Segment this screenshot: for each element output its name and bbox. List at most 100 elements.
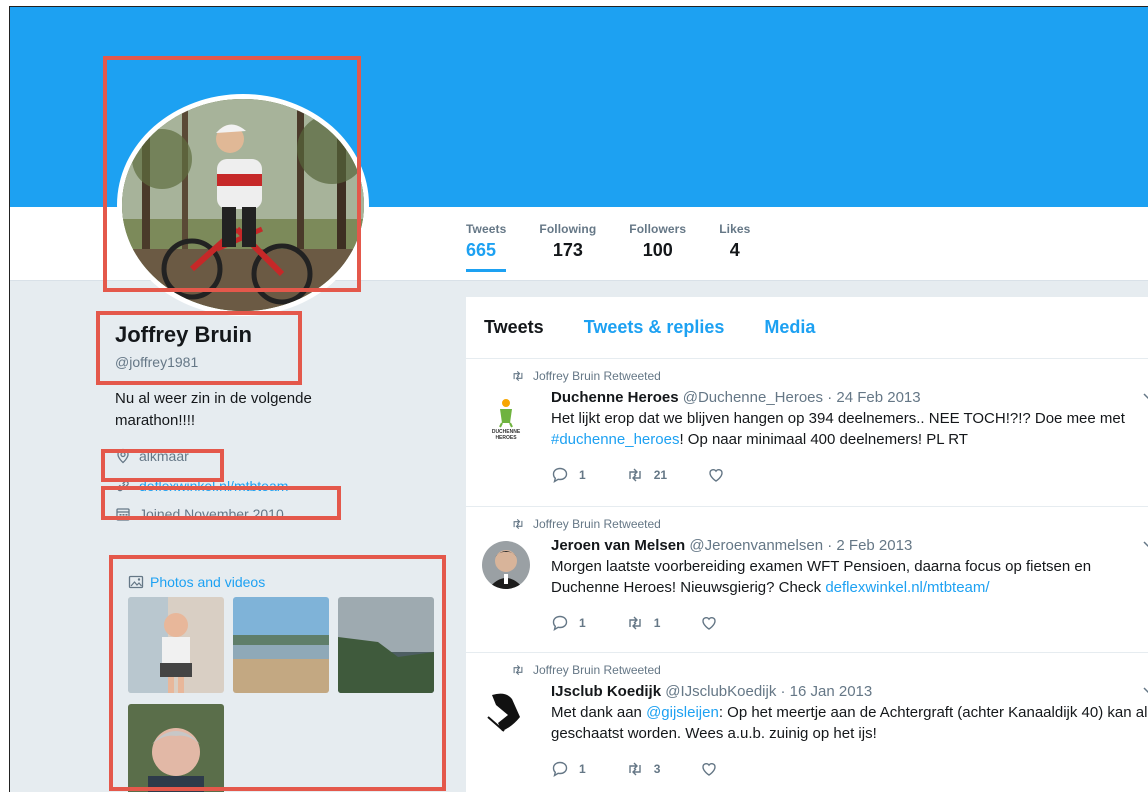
retweet-context: Joffrey Bruin Retweeted	[511, 661, 1148, 679]
cyclist-photo	[122, 99, 364, 311]
retweet-label: Joffrey Bruin Retweeted	[533, 369, 661, 383]
tweet-author-handle[interactable]: @IJsclubKoedijk	[665, 683, 776, 700]
photos-title: Photos and videos	[150, 574, 266, 590]
reply-button[interactable]: 1	[551, 466, 586, 484]
stat-following[interactable]: Following 173	[539, 222, 596, 272]
like-button[interactable]	[707, 466, 735, 484]
profile-bio: Nu al weer zin in de volgende marathon!!…	[115, 390, 312, 429]
tweet-date[interactable]: 16 Jan 2013	[790, 683, 873, 700]
retweet-label: Joffrey Bruin Retweeted	[533, 517, 661, 531]
tab-media[interactable]: Media	[764, 317, 815, 338]
tweet-date[interactable]: 24 Feb 2013	[836, 389, 920, 406]
tweet-avatar[interactable]: DUCHENNE HEROES	[482, 393, 530, 441]
tweet-actions: 1 21	[551, 466, 1148, 484]
retweet-context: Joffrey Bruin Retweeted	[511, 367, 1148, 385]
tweet[interactable]: Joffrey Bruin Retweeted IJsclub Koedijk …	[466, 653, 1148, 792]
duchenne-logo-text: DUCHENNE HEROES	[491, 429, 521, 441]
heart-icon	[702, 763, 717, 776]
chevron-down-icon[interactable]	[1142, 683, 1148, 697]
tweet-author-handle[interactable]: @Jeroenvanmelsen	[689, 537, 823, 554]
chevron-down-icon[interactable]	[1142, 389, 1148, 403]
reply-icon	[552, 761, 568, 777]
retweet-icon	[628, 468, 641, 482]
tab-tweets[interactable]: Tweets	[484, 317, 544, 338]
heart-icon	[709, 469, 723, 482]
stat-value: 100	[642, 240, 673, 260]
person-photo	[128, 704, 224, 792]
tweet-author-name[interactable]: Duchenne Heroes	[551, 389, 679, 406]
image-icon	[128, 575, 144, 589]
profile-stats: Tweets 665 Following 173 Followers 100 L…	[466, 222, 783, 272]
retweet-button[interactable]: 21	[626, 466, 667, 484]
tweet-author-name[interactable]: Jeroen van Melsen	[551, 537, 685, 554]
stat-followers[interactable]: Followers 100	[629, 222, 686, 272]
profile-website: deflexwinkel.nl/mtbteam	[115, 478, 447, 494]
like-button[interactable]	[700, 760, 728, 778]
timeline: Tweets Tweets & replies Media Joffrey Br…	[466, 297, 1148, 792]
tweet-author-handle[interactable]: @Duchenne_Heroes	[683, 389, 823, 406]
stat-label: Tweets	[466, 222, 507, 236]
stat-tweets[interactable]: Tweets 665	[466, 222, 507, 272]
profile-avatar[interactable]	[117, 94, 369, 316]
stat-label: Following	[539, 222, 597, 236]
tweet-date[interactable]: 2 Feb 2013	[836, 537, 912, 554]
link-icon	[117, 480, 129, 492]
retweet-context: Joffrey Bruin Retweeted	[511, 515, 1148, 533]
reply-button[interactable]: 1	[551, 760, 586, 778]
beach-photo	[233, 597, 329, 693]
profile-joined: Joined November 2010	[115, 506, 447, 522]
profile-card: Joffrey Bruin @joffrey1981 Nu al weer zi…	[107, 322, 447, 522]
tweet-header: Duchenne Heroes @Duchenne_Heroes · 24 Fe…	[551, 389, 921, 406]
jeroen-avatar	[482, 541, 530, 589]
cliffs-photo	[338, 597, 434, 693]
stat-likes[interactable]: Likes 4	[719, 222, 750, 272]
tweet-avatar[interactable]	[482, 541, 530, 589]
timeline-tabs: Tweets Tweets & replies Media	[466, 297, 1148, 359]
stat-value: 4	[729, 240, 740, 260]
profile-location: alkmaar	[115, 448, 447, 464]
profile-handle[interactable]: @joffrey1981	[115, 354, 447, 370]
photos-videos-link[interactable]: Photos and videos	[128, 574, 265, 590]
retweet-icon	[628, 616, 641, 630]
retweet-icon	[513, 518, 523, 530]
tweet[interactable]: Joffrey Bruin Retweeted Jeroen van Melse…	[466, 507, 1148, 653]
stat-label: Likes	[719, 222, 751, 236]
profile-name[interactable]: Joffrey Bruin	[115, 322, 447, 348]
photo-thumbnail[interactable]	[128, 704, 224, 792]
twitter-profile-page: Tweets 665 Following 173 Followers 100 L…	[9, 6, 1148, 792]
retweet-button[interactable]: 1	[626, 614, 660, 632]
reply-button[interactable]: 1	[551, 614, 586, 632]
photo-thumbnail[interactable]	[338, 597, 434, 693]
stat-value: 665	[466, 240, 497, 260]
tweet-actions: 1 3	[551, 760, 1148, 778]
heart-icon	[702, 617, 717, 630]
tweet-text: Morgen laatste voorbereiding examen WFT …	[551, 558, 1092, 596]
reply-icon	[552, 467, 568, 483]
tweet-actions: 1 1	[551, 614, 1148, 632]
mention-link[interactable]: @gijsleijen	[646, 704, 719, 721]
website-link[interactable]: deflexwinkel.nl/mtbteam	[139, 478, 288, 494]
retweet-label: Joffrey Bruin Retweeted	[533, 663, 661, 677]
ijsclub-logo	[482, 687, 530, 735]
tweet[interactable]: Joffrey Bruin Retweeted DUCHENNE HEROES …	[466, 359, 1148, 507]
location-text: alkmaar	[139, 448, 189, 464]
hashtag-link[interactable]: #duchenne_heroes	[551, 431, 679, 448]
chevron-down-icon[interactable]	[1142, 537, 1148, 551]
joined-text: Joined November 2010	[139, 506, 284, 522]
reply-icon	[552, 615, 568, 631]
retweet-button[interactable]: 3	[626, 760, 660, 778]
tweet-author-name[interactable]: IJsclub Koedijk	[551, 683, 661, 700]
tab-tweets-and-replies[interactable]: Tweets & replies	[584, 317, 725, 338]
stat-label: Followers	[629, 222, 687, 236]
stat-value: 173	[552, 240, 583, 260]
tweet-avatar[interactable]	[482, 687, 530, 735]
tweet-header: IJsclub Koedijk @IJsclubKoedijk · 16 Jan…	[551, 683, 873, 700]
tweet-text: Met dank aan @gijsleijen: Op het meertje…	[551, 704, 1148, 742]
photo-thumbnail[interactable]	[233, 597, 329, 693]
retweet-icon	[513, 370, 523, 382]
like-button[interactable]	[700, 614, 728, 632]
retweet-icon	[628, 762, 641, 776]
url-link[interactable]: deflexwinkel.nl/mtbteam/	[825, 579, 989, 596]
photo-thumbnail[interactable]	[128, 597, 224, 693]
child-photo	[128, 597, 224, 693]
